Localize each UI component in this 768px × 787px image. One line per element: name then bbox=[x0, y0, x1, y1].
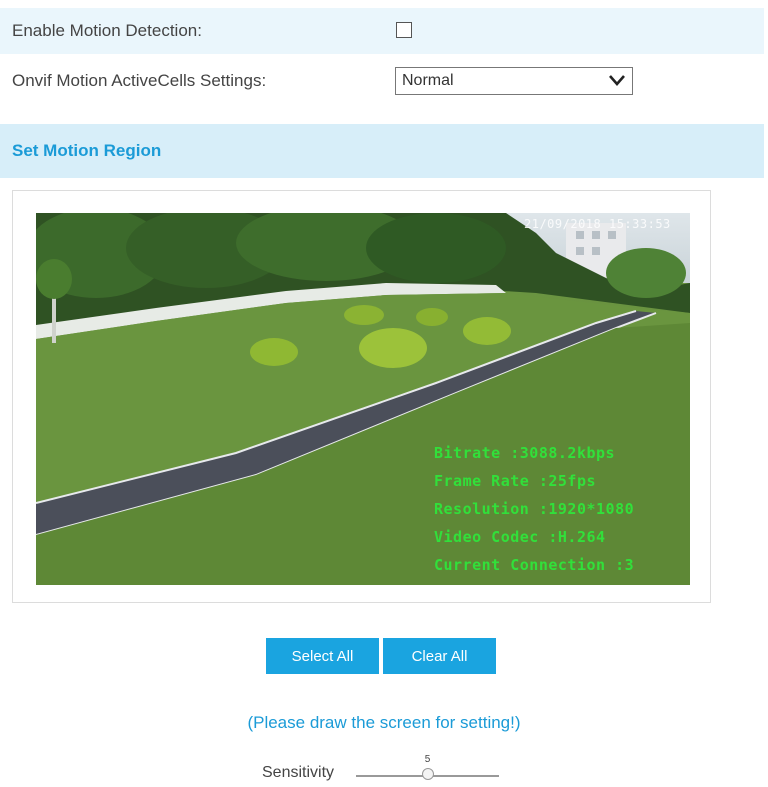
enable-motion-row: Enable Motion Detection: bbox=[0, 8, 764, 54]
activecells-label: Onvif Motion ActiveCells Settings: bbox=[12, 71, 267, 90]
draw-hint-text: (Please draw the screen for setting!) bbox=[247, 713, 521, 732]
osd-video-codec: Video Codec :H.264 bbox=[434, 528, 606, 546]
osd-resolution: Resolution :1920*1080 bbox=[434, 500, 635, 518]
activecells-select[interactable]: Normal bbox=[395, 67, 633, 95]
osd-timestamp: 21/09/2018 15:33:53 bbox=[524, 217, 671, 231]
enable-motion-checkbox[interactable] bbox=[396, 22, 412, 38]
osd-connections: Current Connection :3 bbox=[434, 556, 635, 574]
osd-bitrate: Bitrate :3088.2kbps bbox=[434, 444, 616, 462]
clear-all-button[interactable]: Clear All bbox=[383, 638, 496, 674]
sensitivity-value: 5 bbox=[424, 754, 431, 765]
motion-region-header: Set Motion Region bbox=[0, 124, 764, 178]
activecells-row: Onvif Motion ActiveCells Settings: Norma… bbox=[0, 58, 764, 104]
enable-motion-label: Enable Motion Detection: bbox=[12, 21, 202, 40]
sensitivity-label: Sensitivity bbox=[262, 764, 335, 781]
osd-frame-rate: Frame Rate :25fps bbox=[434, 472, 597, 490]
video-canvas[interactable]: 21/09/2018 15:33:53 Bitrate :3088.2kbps … bbox=[36, 213, 690, 585]
sensitivity-slider-thumb[interactable] bbox=[421, 768, 434, 780]
chevron-down-icon bbox=[609, 75, 625, 86]
activecells-selected-value: Normal bbox=[402, 72, 454, 89]
video-frame: 21/09/2018 15:33:53 Bitrate :3088.2kbps … bbox=[12, 190, 711, 603]
section-title: Set Motion Region bbox=[12, 141, 162, 160]
select-all-button[interactable]: Select All bbox=[266, 638, 379, 674]
